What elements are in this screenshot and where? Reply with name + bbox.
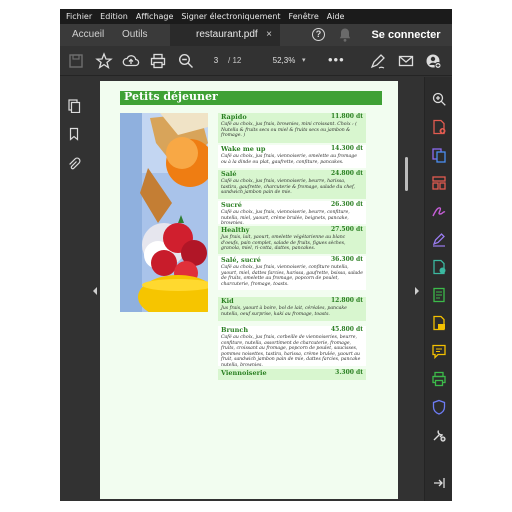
scrollbar-thumb[interactable] <box>405 157 408 191</box>
menu-item-sale: Salé 24.800 dt Café au choix, jus frais, … <box>218 170 366 199</box>
acrobat-window: Fichier Edition Affichage Signer électro… <box>60 9 452 501</box>
item-name: Brunch <box>221 326 249 334</box>
item-price: 14.300 dt <box>330 145 363 152</box>
print-icon[interactable] <box>149 52 167 70</box>
item-description: Café au choix, jus frais, viennoiserie, … <box>221 179 356 196</box>
notification-bell-icon[interactable] <box>338 27 352 43</box>
comment-icon[interactable] <box>431 343 447 360</box>
tab-document[interactable]: restaurant.pdf × <box>170 24 280 46</box>
menu-signer[interactable]: Signer électroniquement <box>181 12 280 21</box>
mail-icon[interactable] <box>397 52 415 70</box>
item-description: Jus frais, lait, yaourt, omelette végéta… <box>221 235 346 252</box>
menu-aide[interactable]: Aide <box>327 12 345 21</box>
bookmark-star-icon[interactable] <box>95 52 113 70</box>
print-production-icon[interactable] <box>431 371 447 387</box>
help-icon[interactable]: ? <box>312 28 325 41</box>
tab-home[interactable]: Accueil <box>72 24 104 46</box>
section-title: Petits déjeuner <box>124 90 218 103</box>
item-price: 12.800 dt <box>330 297 363 304</box>
menu-fenetre[interactable]: Fenêtre <box>289 12 319 21</box>
item-description: Café au choix, jus frais, brownies, mini… <box>221 122 357 139</box>
item-price: 27.500 dt <box>330 226 363 233</box>
item-name: Healthy <box>221 226 250 234</box>
bookmark-icon[interactable] <box>67 127 81 141</box>
item-price: 11.800 dt <box>330 113 363 120</box>
menu-item-viennoiserie: Viennoiserie 3.300 dt <box>218 369 366 380</box>
menu-bar: Fichier Edition Affichage Signer électro… <box>60 9 452 24</box>
page-total: / 12 <box>228 56 242 65</box>
close-tab-icon[interactable]: × <box>266 24 272 46</box>
tab-bar: Accueil Outils restaurant.pdf × ? Se con… <box>60 24 452 46</box>
save-icon[interactable] <box>67 52 85 70</box>
cloud-upload-icon[interactable] <box>122 52 140 70</box>
menu-item-kid: Kid 12.800 dt Jus frais, yaourt à boire, … <box>218 297 366 321</box>
item-name: Salé, sucré <box>221 256 261 264</box>
menu-fichier[interactable]: Fichier <box>66 12 92 21</box>
sign-pen-icon[interactable] <box>369 52 387 70</box>
toolbar: 3 / 12 52,3% ▾ ••• <box>60 46 452 76</box>
zoom-out-icon[interactable] <box>177 52 195 70</box>
item-name: Viennoiserie <box>221 369 267 377</box>
menu-item-wake-me-up: Wake me up 14.300 dt Café au choix, jus f… <box>218 145 366 168</box>
tab-tools[interactable]: Outils <box>122 24 148 46</box>
section-banner: Petits déjeuner <box>120 90 382 105</box>
pdf-page: Petits déjeuner Rapido 11.800 dt Café au… <box>100 81 398 499</box>
organize-pages-icon[interactable] <box>431 175 447 191</box>
tools-more-icon[interactable] <box>431 427 447 443</box>
zoom-in-icon[interactable] <box>431 91 447 107</box>
item-name: Salé <box>221 170 237 178</box>
tab-document-label: restaurant.pdf <box>196 29 258 40</box>
item-name: Kid <box>221 297 234 305</box>
menu-item-brunch: Brunch 45.800 dt Café au choix, jus frais… <box>218 326 366 368</box>
item-description: Café au choix, jus frais, viennoiserie, … <box>221 265 363 287</box>
account-add-icon[interactable] <box>424 52 442 70</box>
item-description: Café au choix, jus frais, viennoiserie, … <box>221 210 350 227</box>
left-nav-panel <box>60 77 88 501</box>
page-number-input[interactable]: 3 <box>206 54 226 68</box>
item-description: Jus frais, yaourt à boire, bol de lait, … <box>221 306 347 317</box>
export-pdf-icon[interactable] <box>431 259 447 275</box>
menu-item-rapido: Rapido 11.800 dt Café au choix, jus frais… <box>218 113 366 143</box>
item-name: Sucré <box>221 201 242 209</box>
attachment-icon[interactable] <box>67 157 81 171</box>
item-description: Café au choix, jus frais, viennoiserie, … <box>221 154 357 165</box>
page-thumbnails-icon[interactable] <box>67 99 81 114</box>
scan-ocr-icon[interactable] <box>431 287 447 303</box>
item-price: 3.300 dt <box>335 369 363 376</box>
create-pdf-icon[interactable] <box>431 119 447 135</box>
menu-item-sale-sucre: Salé, sucré 36.300 dt Café au choix, jus … <box>218 256 366 290</box>
combine-files-icon[interactable] <box>431 147 447 163</box>
menu-item-sucre: Sucré 26.300 dt Café au choix, jus frais,… <box>218 201 366 227</box>
sign-fill-icon[interactable] <box>431 203 447 219</box>
menu-edition[interactable]: Edition <box>100 12 128 21</box>
item-description: Café au choix, jus frais, corbeille de v… <box>221 335 361 368</box>
item-price: 26.300 dt <box>330 201 363 208</box>
right-tools-panel <box>424 77 452 501</box>
item-price: 24.800 dt <box>330 170 363 177</box>
menu-item-healthy: Healthy 27.500 dt Jus frais, lait, yaourt… <box>218 226 366 254</box>
edit-pen-icon[interactable] <box>431 231 447 247</box>
more-tools-button[interactable]: ••• <box>328 52 345 67</box>
zoom-dropdown-caret[interactable]: ▾ <box>302 54 306 68</box>
collapse-right-panel-icon[interactable] <box>415 287 419 295</box>
zoom-level-input[interactable]: 52,3% <box>266 54 302 68</box>
item-price: 45.800 dt <box>330 326 363 333</box>
food-photo <box>120 113 208 312</box>
item-name: Wake me up <box>221 145 266 153</box>
item-price: 36.300 dt <box>330 256 363 263</box>
protect-icon[interactable] <box>431 399 447 415</box>
item-name: Rapido <box>221 113 247 121</box>
collapse-panel-icon[interactable] <box>431 475 447 491</box>
menu-affichage[interactable]: Affichage <box>136 12 174 21</box>
sign-in-button[interactable]: Se connecter <box>364 24 448 46</box>
collapse-left-panel-icon[interactable] <box>93 287 97 295</box>
comment-file-icon[interactable] <box>431 315 447 331</box>
